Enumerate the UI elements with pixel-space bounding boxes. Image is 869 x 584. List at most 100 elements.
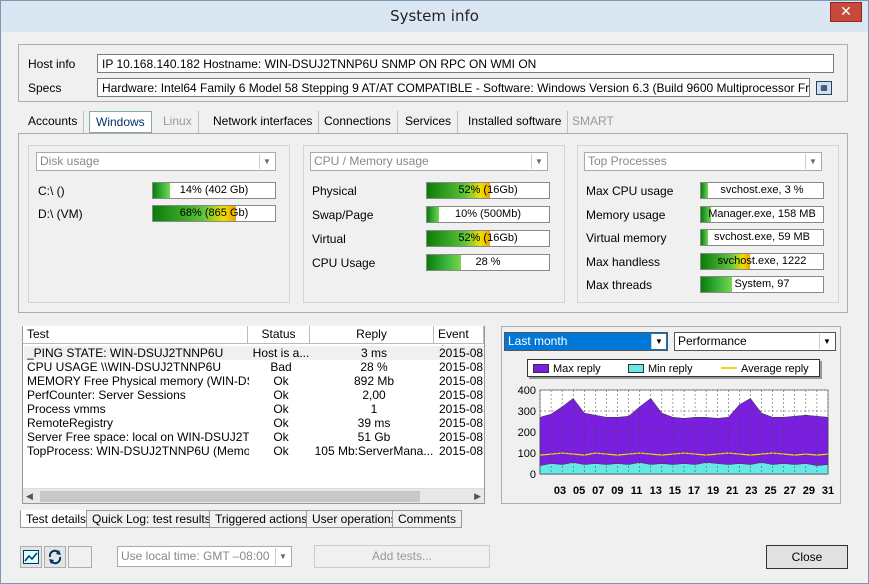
horizontal-scrollbar[interactable]: ◀ ▶: [23, 488, 484, 503]
column-header-event-time[interactable]: Event ti...: [434, 326, 484, 357]
tab-triggered-actions[interactable]: Triggered actions: [209, 510, 314, 528]
tab-user-operations[interactable]: User operations: [306, 510, 403, 528]
top-usage-bar: svchost.exe, 59 MB: [700, 229, 824, 246]
chart-view-button[interactable]: [20, 546, 42, 568]
tab-installed-software[interactable]: Installed software: [462, 111, 569, 133]
legend-label-max-reply: Max reply: [553, 363, 601, 375]
usage-bar-text: 28 %: [475, 256, 501, 268]
time-zone-combo-value: Use local time: GMT –08:00: [121, 549, 270, 563]
usage-bar-text: 52% (16Gb): [458, 184, 518, 196]
column-header-test[interactable]: Test: [23, 326, 248, 344]
tab-windows[interactable]: Windows: [89, 111, 152, 133]
disk-usage-bar: 68% (865 Gb): [152, 205, 276, 222]
table-cell-time: 2015-08...: [439, 444, 484, 458]
x-tick-label: 29: [803, 485, 815, 497]
top-usage-bar: Manager.exe, 158 MB: [700, 205, 824, 223]
tab-connections[interactable]: Connections: [318, 111, 398, 133]
add-tests-button[interactable]: Add tests...: [314, 545, 490, 568]
specs-field[interactable]: Hardware: Intel64 Family 6 Model 58 Step…: [97, 78, 810, 97]
chevron-down-icon[interactable]: ▼: [531, 154, 546, 169]
tab-quick-log[interactable]: Quick Log: test results: [86, 510, 217, 528]
y-tick-label: 200: [518, 427, 536, 439]
x-tick-label: 07: [592, 485, 604, 497]
table-cell-time: 2015-08...: [439, 388, 484, 402]
scroll-right-icon[interactable]: ▶: [474, 489, 481, 504]
usage-bar-fill: [701, 230, 709, 245]
host-info-field[interactable]: IP 10.168.140.182 Hostname: WIN-DSUJ2TNN…: [97, 54, 834, 73]
table-cell-test: PerfCounter: Server Sessions: [27, 388, 186, 402]
chevron-down-icon[interactable]: ▼: [275, 548, 290, 565]
chevron-down-icon[interactable]: ▼: [805, 154, 820, 169]
table-cell-time: 2015-08...: [439, 416, 484, 430]
table-row[interactable]: TopProcess: WIN-DSUJ2TNNP6U (Memory) Ok 10…: [24, 444, 484, 458]
table-row[interactable]: _PING STATE: WIN-DSUJ2TNNP6U Host is a...…: [24, 346, 484, 360]
table-cell-time: 2015-08...: [439, 402, 484, 416]
usage-bar-text: 52% (16Gb): [458, 232, 518, 244]
table-cell-reply: 105 Mb:ServerMana...: [314, 444, 434, 458]
chevron-down-icon[interactable]: ▼: [259, 154, 274, 169]
tab-test-details[interactable]: Test details: [20, 510, 93, 528]
disk-row-label: D:\ (VM): [38, 207, 83, 221]
table-cell-status: Ok: [273, 430, 289, 444]
title-bar: System info ✕: [1, 1, 868, 32]
specs-label: Specs: [28, 81, 62, 95]
table-row[interactable]: CPU USAGE \\WIN-DSUJ2TNNP6U Bad 28 % 2015-0…: [24, 360, 484, 374]
period-combo-value: Last month: [508, 334, 568, 348]
calendar-icon[interactable]: ▦: [816, 81, 832, 95]
x-tick-label: 27: [784, 485, 796, 497]
usage-bar-fill: [701, 277, 732, 292]
table-cell-test: MEMORY Free Physical memory (WIN-DSU...: [27, 374, 249, 388]
close-window-button[interactable]: ✕: [830, 2, 862, 22]
table-row[interactable]: MEMORY Free Physical memory (WIN-DSU... O…: [24, 374, 484, 388]
x-tick-label: 13: [650, 485, 662, 497]
chevron-down-icon[interactable]: ▼: [819, 334, 834, 349]
window-title: System info: [390, 7, 479, 25]
legend-line-swatch: [721, 367, 737, 369]
cpu-memory-combo[interactable]: CPU / Memory usage ▼: [310, 152, 548, 171]
tab-smart[interactable]: SMART: [566, 111, 620, 133]
host-info-label: Host info: [28, 57, 76, 71]
table-cell-test: CPU USAGE \\WIN-DSUJ2TNNP6U: [27, 360, 222, 374]
table-row[interactable]: PerfCounter: Server Sessions Ok 2,00 2015-0…: [24, 388, 484, 402]
y-tick-label: 0: [530, 469, 536, 481]
cpu-row-label: Swap/Page: [312, 208, 374, 222]
table-row[interactable]: Process vmms Ok 1 2015-08...: [24, 402, 484, 416]
table-cell-reply: 1: [370, 402, 378, 416]
close-button[interactable]: Close: [766, 545, 848, 569]
legend-max-reply: Max reply: [533, 363, 601, 376]
cpu-usage-bar: 28 %: [426, 254, 550, 271]
tab-comments[interactable]: Comments: [392, 510, 463, 528]
usage-bar-fill: [701, 183, 709, 198]
table-cell-time: 2015-08...: [439, 346, 484, 360]
x-tick-label: 25: [764, 485, 776, 497]
top-processes-combo[interactable]: Top Processes ▼: [584, 152, 822, 171]
cpu-row-label: CPU Usage: [312, 256, 376, 270]
blank-toolbar-button[interactable]: [68, 546, 92, 568]
x-tick-label: 21: [726, 485, 738, 497]
table-cell-reply: 2,00: [362, 388, 386, 402]
table-cell-status: Ok: [273, 444, 289, 458]
scroll-left-icon[interactable]: ◀: [26, 489, 33, 504]
tab-accounts[interactable]: Accounts: [22, 111, 85, 133]
x-tick-label: 31: [822, 485, 834, 497]
chevron-down-icon[interactable]: ▼: [651, 334, 666, 349]
table-cell-status: Bad: [270, 360, 292, 374]
table-row[interactable]: RemoteRegistry Ok 39 ms 2015-08...: [24, 416, 484, 430]
table-row[interactable]: Server Free space: local on WIN-DSUJ2TN.…: [24, 430, 484, 444]
column-header-reply[interactable]: Reply: [310, 326, 434, 344]
time-zone-combo[interactable]: Use local time: GMT –08:00 ▼: [117, 546, 292, 567]
tab-network-interfaces[interactable]: Network interfaces: [207, 111, 320, 133]
refresh-button[interactable]: [44, 546, 66, 568]
mode-combo[interactable]: Performance ▼: [674, 332, 836, 351]
column-header-status[interactable]: Status: [248, 326, 310, 344]
tab-services[interactable]: Services: [399, 111, 459, 133]
top-row-label: Max handless: [586, 254, 661, 269]
table-cell-reply: 892 Mb: [353, 374, 395, 388]
legend-swatch: [628, 364, 644, 373]
period-combo[interactable]: Last month ▼: [504, 332, 668, 351]
disk-usage-combo[interactable]: Disk usage ▼: [36, 152, 276, 171]
tab-linux[interactable]: Linux: [157, 111, 199, 133]
scroll-thumb[interactable]: [40, 491, 420, 502]
cpu-memory-combo-value: CPU / Memory usage: [314, 154, 429, 168]
table-cell-reply: 28 %: [360, 360, 388, 374]
